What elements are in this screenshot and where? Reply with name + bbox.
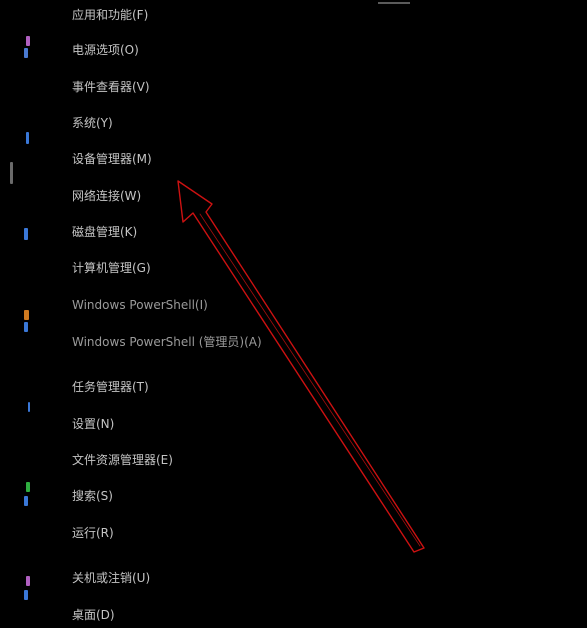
arrow-shaft-inner: [199, 213, 421, 547]
annotation-arrow: [177, 180, 425, 553]
